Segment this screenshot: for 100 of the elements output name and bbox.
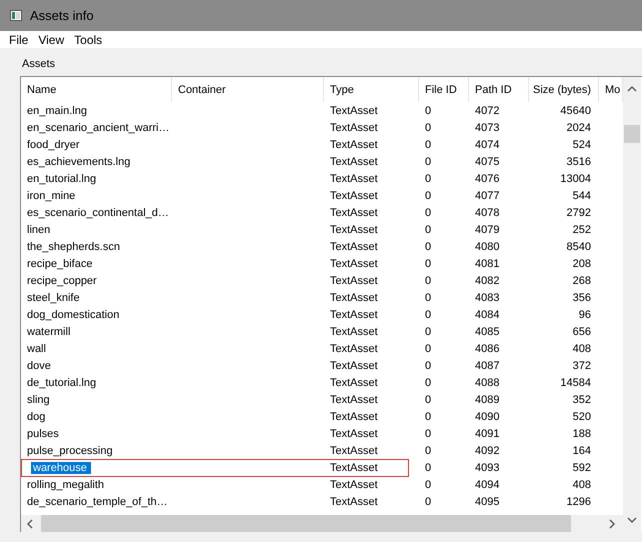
column-header[interactable]: Name [21,77,172,102]
file-id-cell-text: 0 [424,326,432,338]
column-header[interactable]: Size (bytes) [529,77,599,102]
table-row[interactable]: steel_knife TextAsset 0 4083 356 [21,289,623,306]
table-row[interactable]: food_dryer TextAsset 0 4074 524 [21,136,623,153]
path-id-cell-text: 4088 [474,376,500,388]
name-cell: en_tutorial.lng [27,172,96,184]
table-row[interactable]: en_scenario_ancient_warri… TextAsset 0 4073 2024 [21,119,623,136]
size-cell-text: 352 [572,394,592,406]
table-row[interactable]: rolling_megalith TextAsset 0 4094 408 [21,476,623,493]
type-cell-text: TextAsset [329,206,379,218]
table-row[interactable]: pulse_processing TextAsset 0 4092 164 [21,442,623,459]
type-cell-text: TextAsset [329,376,379,388]
file-id-cell-text: 0 [424,172,432,184]
path-id-cell-text: 4095 [474,496,500,508]
name-cell: recipe_biface [27,258,92,270]
table-row[interactable]: dog_domestication TextAsset 0 4084 96 [21,306,623,323]
size-cell-text: 408 [572,342,592,354]
name-cell: linen [27,224,50,236]
path-id-cell-text: 4082 [474,274,500,286]
table-row[interactable]: iron_mine TextAsset 0 4077 544 [21,187,623,204]
table-row[interactable]: warehouse TextAsset 0 4093 592 [21,459,623,476]
size-cell-text: 544 [572,190,592,202]
file-id-cell-text: 0 [424,138,432,150]
name-cell: the_shepherds.scn [27,240,120,252]
path-id-cell-text: 4079 [474,224,500,236]
menu-item[interactable]: View [33,32,70,46]
table-row[interactable]: the_shepherds.scn TextAsset 0 4080 8540 [21,238,623,255]
scroll-down-icon[interactable] [627,515,637,525]
name-cell: dog [27,410,46,422]
table-row[interactable]: pulses TextAsset 0 4091 188 [21,425,623,442]
table-row[interactable]: dove TextAsset 0 4087 372 [21,357,623,374]
table-row[interactable]: sling TextAsset 0 4089 352 [21,391,623,408]
path-id-cell-text: 4081 [474,258,500,270]
name-cell: watermill [27,326,70,338]
type-cell-text: TextAsset [329,258,379,270]
table-row[interactable]: recipe_biface TextAsset 0 4081 208 [21,255,623,272]
name-cell: dog_domestication [27,308,120,320]
path-id-cell-text: 4076 [474,172,500,184]
column-header[interactable]: Type [324,77,419,102]
table-row[interactable]: es_scenario_continental_d… TextAsset 0 4078 2792 [21,204,623,221]
type-cell-text: TextAsset [329,240,379,252]
table-row[interactable]: watermill TextAsset 0 4085 656 [21,323,623,340]
column-header[interactable]: Path ID [469,77,529,102]
size-cell-text: 2024 [566,122,592,134]
size-cell-text: 372 [572,360,592,372]
size-cell-text: 164 [572,444,592,456]
table-row[interactable]: dog TextAsset 0 4090 520 [21,408,623,425]
file-id-cell-text: 0 [424,240,432,252]
table-row[interactable]: recipe_copper TextAsset 0 4082 268 [21,272,623,289]
name-cell: pulse_processing [27,444,113,456]
path-id-cell-text: 4094 [474,478,500,490]
table-row[interactable]: es_achievements.lng TextAsset 0 4075 3516 [21,153,623,170]
type-cell-text: TextAsset [329,122,379,134]
table-row[interactable]: wall TextAsset 0 4086 408 [21,340,623,357]
size-cell-text: 2792 [566,206,592,218]
size-cell-text: 14584 [559,376,592,388]
scroll-left-icon[interactable] [25,518,35,528]
scroll-thumb[interactable] [624,125,640,143]
size-cell-text: 252 [572,224,592,236]
menu-item[interactable]: Tools [69,32,108,46]
size-cell-text: 524 [572,138,592,150]
type-cell-text: TextAsset [329,224,379,236]
name-cell: de_scenario_temple_of_th… [27,496,168,508]
file-id-cell-text: 0 [424,122,432,134]
name-cell: iron_mine [27,190,76,202]
file-id-cell-text: 0 [424,376,432,388]
table-row[interactable]: de_scenario_temple_of_th… TextAsset 0 4095 1296 [21,493,623,510]
type-cell-text: TextAsset [329,428,379,440]
type-cell-text: TextAsset [329,478,379,490]
name-cell: warehouse [31,462,91,474]
table-row[interactable]: linen TextAsset 0 4079 252 [21,221,623,238]
menu-item[interactable]: File [4,32,34,46]
group-label: Assets [22,58,56,70]
path-id-cell-text: 4078 [474,206,500,218]
file-id-cell-text: 0 [424,206,432,218]
path-id-cell-text: 4091 [474,428,500,440]
scroll-up-icon[interactable] [627,84,637,94]
path-id-cell-text: 4085 [474,326,500,338]
file-id-cell-text: 0 [424,394,432,406]
type-cell-text: TextAsset [329,342,379,354]
file-id-cell-text: 0 [424,190,432,202]
table-row[interactable]: de_tutorial.lng TextAsset 0 4088 14584 [21,374,623,391]
column-header[interactable]: Container [172,77,324,102]
size-cell-text: 268 [572,274,592,286]
size-cell-text: 408 [572,478,592,490]
table-row[interactable]: en_tutorial.lng TextAsset 0 4076 13004 [21,170,623,187]
path-id-cell-text: 4077 [474,190,500,202]
file-id-cell-text: 0 [424,308,432,320]
type-cell-text: TextAsset [329,308,379,320]
name-cell: es_scenario_continental_d… [27,206,169,218]
size-cell-text: 520 [572,410,592,422]
size-cell-text: 3516 [566,156,592,168]
column-header[interactable]: File ID [419,77,469,102]
size-cell-text: 592 [572,462,592,474]
table-row[interactable]: en_main.lng TextAsset 0 4072 45640 [21,102,623,119]
scroll-right-icon[interactable] [607,518,617,528]
vertical-scrollbar[interactable] [623,77,641,532]
path-id-cell-text: 4089 [474,394,500,406]
name-cell: en_main.lng [27,104,87,116]
